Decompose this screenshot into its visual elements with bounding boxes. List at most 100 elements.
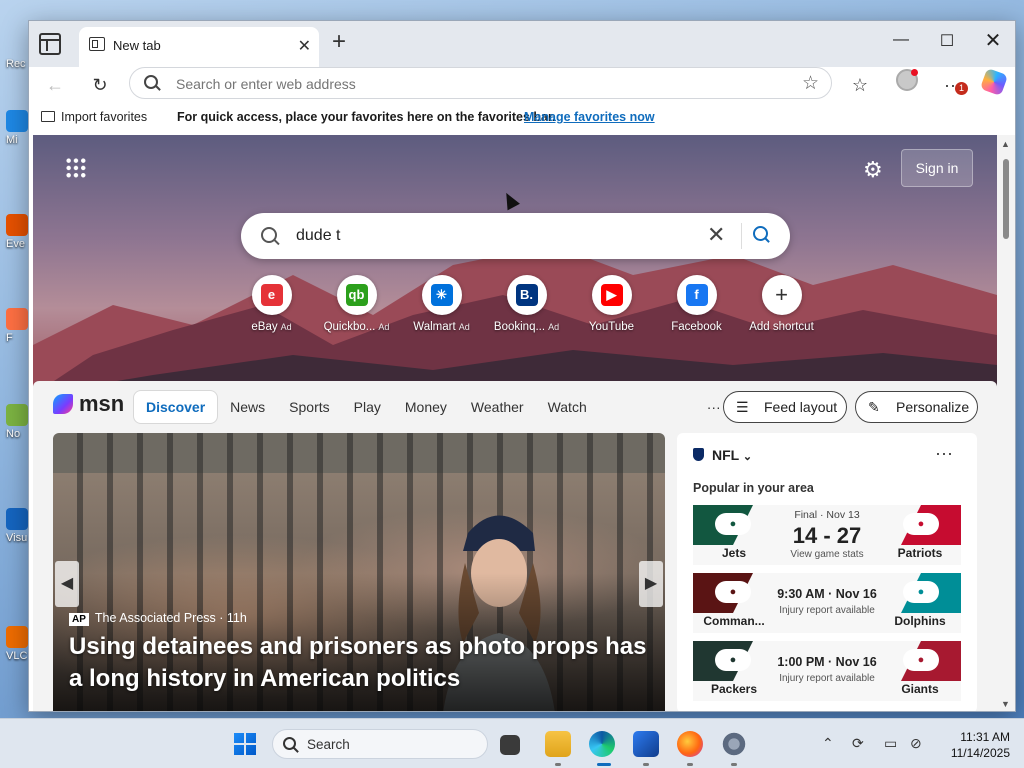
hero-headline[interactable]: Using detainees and prisoners as photo p… xyxy=(69,631,649,695)
game-row[interactable]: ● ● Comman... Dolphins 9:30 AM · Nov 16 Injur… xyxy=(693,573,961,633)
game-row[interactable]: ● ● Packers Giants 1:00 PM · Nov 16 Injury re… xyxy=(693,641,961,701)
python-app-icon[interactable] xyxy=(633,731,659,757)
nav-watch[interactable]: Watch xyxy=(536,399,599,415)
profile-avatar[interactable] xyxy=(896,69,918,91)
shortcut-logo-icon: B. xyxy=(515,284,538,306)
new-tab-button[interactable]: + xyxy=(332,30,346,54)
personalize-button[interactable]: ✎ Personalize xyxy=(855,391,978,423)
page-settings-gear-icon[interactable]: ⚙ xyxy=(863,157,883,183)
desktop-icon-label: F xyxy=(6,332,13,344)
apps-grid-icon[interactable] xyxy=(65,157,87,179)
app-icon xyxy=(6,626,28,648)
msn-butterfly-icon xyxy=(53,394,73,414)
edge-icon[interactable] xyxy=(589,731,615,757)
msn-logo-text: msn xyxy=(79,391,125,416)
browser-window: New tab ✕ + — ☐ ✕ ← ↻ ☆ ☆ ··· 1 Import f… xyxy=(28,20,1016,712)
web-search-box[interactable]: ✕ xyxy=(241,213,790,259)
import-icon xyxy=(41,111,55,122)
favorites-button[interactable]: ☆ xyxy=(846,71,874,99)
address-bar[interactable]: ☆ xyxy=(129,67,832,99)
clock-time: 11:31 AM xyxy=(960,730,1010,744)
close-tab-icon[interactable]: ✕ xyxy=(298,36,311,56)
task-view-icon[interactable] xyxy=(500,735,520,755)
system-clock[interactable]: 11:31 AM 11/14/2025 xyxy=(940,729,1010,761)
shortcut-6[interactable]: + Add shortcut xyxy=(739,275,824,345)
app-icon xyxy=(6,214,28,236)
app-icon xyxy=(6,508,28,530)
ad-badge: Ad xyxy=(458,322,470,332)
refresh-button[interactable]: ↻ xyxy=(86,71,114,99)
scroll-down-arrow[interactable]: ▼ xyxy=(1001,699,1010,709)
clear-search-icon[interactable]: ✕ xyxy=(707,222,725,248)
app-icon xyxy=(6,110,28,132)
shortcut-4[interactable]: ▶ YouTube xyxy=(569,275,654,345)
tab-actions-icon[interactable] xyxy=(39,33,61,55)
import-favorites-button[interactable]: Import favorites xyxy=(41,110,147,124)
settings-gear-icon[interactable] xyxy=(721,731,747,757)
sliders-icon: ☰ xyxy=(736,399,749,415)
shortcut-2[interactable]: ✳ Walmart Ad xyxy=(399,275,484,345)
right-team-logo-icon: ● xyxy=(903,581,939,603)
hero-next-arrow[interactable]: ▶ xyxy=(639,561,663,607)
sign-in-button[interactable]: Sign in xyxy=(901,149,973,187)
maximize-button[interactable]: ☐ xyxy=(927,31,967,51)
file-explorer-icon[interactable] xyxy=(545,731,571,757)
minimize-button[interactable]: — xyxy=(881,31,921,49)
shortcut-5[interactable]: f Facebook xyxy=(654,275,739,345)
tab-title: New tab xyxy=(113,38,161,53)
shortcut-label: Facebook xyxy=(671,321,722,333)
nav-news[interactable]: News xyxy=(218,399,277,415)
tab-new-tab[interactable]: New tab ✕ xyxy=(79,27,319,67)
address-input[interactable] xyxy=(176,74,736,94)
right-team-logo-icon: ● xyxy=(903,513,939,535)
shortcut-tile: ▶ xyxy=(591,275,632,315)
hero-story-card[interactable]: ◀ ▶ AP The Associated Press · 11h Using d… xyxy=(53,433,665,711)
search-submit-icon[interactable] xyxy=(753,226,768,241)
page-scrollbar[interactable]: ▲ ▼ xyxy=(997,135,1015,711)
display-icon[interactable]: ▭ xyxy=(884,735,897,752)
game-note[interactable]: View game stats xyxy=(773,549,881,560)
manage-favorites-link[interactable]: Manage favorites now xyxy=(524,110,655,124)
nav-sports[interactable]: Sports xyxy=(277,399,341,415)
nav-play[interactable]: Play xyxy=(342,399,393,415)
personalize-label: Personalize xyxy=(896,399,970,415)
new-tab-page: ⚙ Sign in ✕ e eBayAd qb Quickbo...Ad ✳ Walmar… xyxy=(33,135,997,711)
game-note[interactable]: Injury report available xyxy=(773,673,881,684)
game-row[interactable]: ● ● Jets Patriots Final · Nov 13 14 - 27 View … xyxy=(693,505,961,565)
shortcut-tile: qb xyxy=(336,275,377,315)
add-favorite-star-icon[interactable]: ☆ xyxy=(802,72,819,95)
nav-discover[interactable]: Discover xyxy=(133,390,219,424)
shortcut-1[interactable]: qb Quickbo... Ad xyxy=(314,275,399,345)
start-button[interactable] xyxy=(234,733,256,755)
running-indicator xyxy=(643,763,649,766)
hero-prev-arrow[interactable]: ◀ xyxy=(55,561,79,607)
left-team-logo-icon: ● xyxy=(715,513,751,535)
chevron-up-icon[interactable]: ⌃ xyxy=(822,735,834,752)
desktop-icon-label: No xyxy=(6,428,21,440)
nav-weather[interactable]: Weather xyxy=(459,399,536,415)
game-main: 1:00 PM · Nov 16 xyxy=(777,655,877,669)
game-note[interactable]: Injury report available xyxy=(773,605,881,616)
taskbar-search[interactable]: Search xyxy=(272,729,488,759)
nfl-header[interactable]: NFL ⌄ xyxy=(693,447,752,463)
network-icon[interactable]: ⊘ xyxy=(910,735,922,752)
close-window-button[interactable]: ✕ xyxy=(973,28,1013,53)
web-search-input[interactable] xyxy=(296,226,696,246)
favorites-bar-message: For quick access, place your favorites h… xyxy=(177,110,556,124)
msn-logo[interactable]: msn xyxy=(53,391,124,417)
nav-money[interactable]: Money xyxy=(393,399,459,415)
title-bar: New tab ✕ + — ☐ ✕ xyxy=(29,21,1015,67)
active-indicator xyxy=(597,763,611,766)
sync-icon[interactable]: ⟳ xyxy=(852,735,864,752)
firefox-icon[interactable] xyxy=(677,731,703,757)
shortcut-3[interactable]: B. Bookinq... Ad xyxy=(484,275,569,345)
shortcut-0[interactable]: e eBay Ad xyxy=(229,275,314,345)
back-button[interactable]: ← xyxy=(41,71,69,99)
feed-layout-button[interactable]: ☰ Feed layout xyxy=(723,391,847,423)
nfl-more-button[interactable]: ··· xyxy=(935,443,953,464)
desktop-icon-label: Rec xyxy=(6,58,26,70)
scrollbar-thumb[interactable] xyxy=(1003,159,1009,239)
scroll-up-arrow[interactable]: ▲ xyxy=(1001,139,1010,149)
running-indicator xyxy=(555,763,561,766)
favorites-bar: Import favorites For quick access, place… xyxy=(29,103,1015,133)
